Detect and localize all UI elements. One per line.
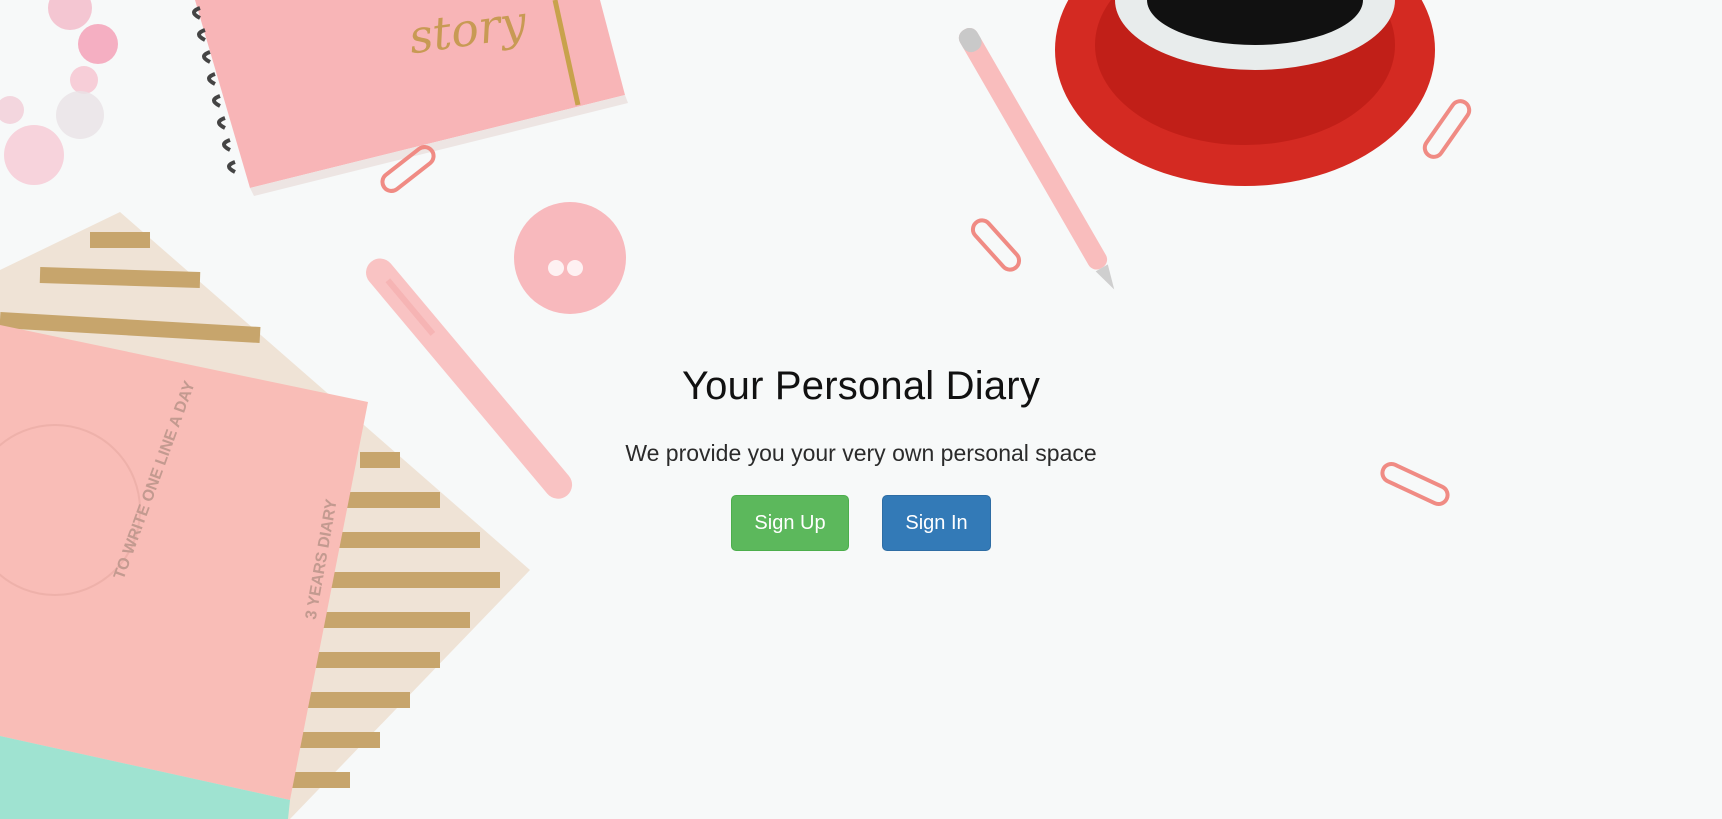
page-subtitle: We provide you your very own personal sp… — [625, 440, 1097, 466]
page-title: Your Personal Diary — [681, 364, 1041, 408]
sign-up-button[interactable]: Sign Up — [731, 495, 849, 551]
hero-section: Your Personal Diary We provide you your … — [0, 0, 1722, 819]
sign-in-button[interactable]: Sign In — [882, 495, 991, 551]
